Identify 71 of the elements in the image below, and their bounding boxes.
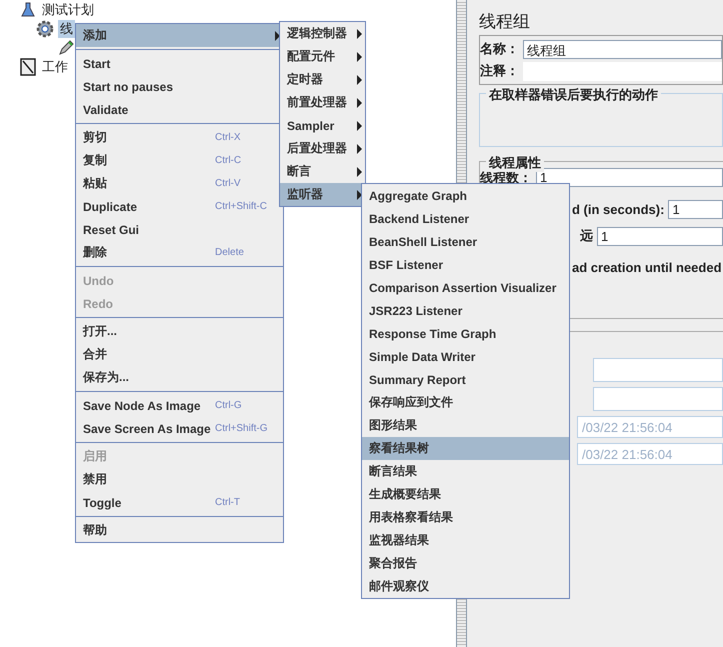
menu-item[interactable]: 察看结果树 (362, 437, 569, 460)
group-title: 在取样器错误后要执行的动作 (486, 86, 661, 104)
submenu-arrow-icon (357, 120, 362, 130)
menu-item[interactable]: Save Screen As Image Ctrl+Shift-G (76, 417, 283, 440)
comment-field[interactable] (523, 62, 722, 80)
menu-item[interactable]: Response Time Graph (362, 322, 569, 345)
menu-item[interactable]: 剪切 Ctrl-X (76, 126, 283, 149)
menu-item[interactable]: 禁用 (76, 468, 283, 491)
menu-item[interactable]: 用表格察看结果 (362, 506, 569, 529)
field-label: 名称： (480, 40, 519, 58)
menu-item[interactable]: 复制 Ctrl-C (76, 149, 283, 172)
field-label: 远 (580, 227, 593, 245)
menu-item[interactable]: 生成概要结果 (362, 483, 569, 506)
menu-item[interactable]: 聚合报告 (362, 552, 569, 575)
submenu-arrow-icon (357, 74, 362, 84)
pencil-icon (58, 40, 74, 56)
submenu-arrow-icon (357, 98, 362, 108)
panel-title: 线程组 (479, 11, 531, 32)
submenu-arrow-icon (357, 144, 362, 154)
menu-item[interactable]: 断言结果 (362, 460, 569, 483)
submenu-arrow-icon (357, 52, 362, 62)
menu-item[interactable]: 合并 (76, 343, 283, 366)
input-field[interactable] (593, 387, 723, 411)
menu-item[interactable]: 保存响应到文件 (362, 391, 569, 414)
menu-item[interactable]: Comparison Assertion Visualizer (362, 276, 569, 299)
menu-item[interactable]: 删除 Delete (76, 241, 283, 264)
menu-item[interactable]: 配置元件 (280, 45, 365, 68)
menu-item[interactable]: 定时器 (280, 68, 365, 91)
menu-item[interactable]: 帮助 (76, 519, 283, 542)
menu-item[interactable]: Toggle Ctrl-T (76, 491, 283, 514)
menu-item[interactable]: 保存为... (76, 366, 283, 389)
menu-item[interactable]: Start (76, 52, 283, 75)
submenu-arrow-icon (357, 166, 362, 176)
menu-item[interactable]: 粘贴 Ctrl-V (76, 172, 283, 195)
name-field[interactable]: 线程组 (523, 40, 722, 58)
tree-node-label[interactable]: 线 (58, 20, 75, 38)
menu-item[interactable]: BeanShell Listener (362, 230, 569, 253)
menu-item[interactable]: 邮件观察仪 (362, 575, 569, 598)
clipboard-icon (20, 58, 36, 76)
menu-item[interactable]: 监视器结果 (362, 529, 569, 552)
loop-count-field[interactable]: 1 (597, 226, 723, 246)
menu-item[interactable]: Aggregate Graph (362, 184, 569, 207)
menu-item[interactable]: Duplicate Ctrl+Shift-C (76, 195, 283, 218)
thread-count-field[interactable]: 1 (536, 168, 723, 187)
flask-icon (20, 2, 36, 18)
menu-item[interactable]: Backend Listener (362, 207, 569, 230)
menu-item[interactable]: Reset Gui (76, 218, 283, 241)
gear-icon (36, 20, 54, 38)
group-title: 线程属性 (486, 154, 544, 172)
menu-item[interactable]: 打开... (76, 320, 283, 343)
menu-item[interactable]: Validate (76, 98, 283, 121)
menu-item[interactable]: Sampler (280, 114, 365, 137)
option-label: ad creation until needed (572, 260, 722, 274)
menu-item[interactable]: Summary Report (362, 368, 569, 391)
input-field[interactable] (593, 358, 723, 382)
menu-item[interactable]: 后置处理器 (280, 137, 365, 160)
menu-item[interactable]: Save Node As Image Ctrl-G (76, 394, 283, 417)
menu-item[interactable]: BSF Listener (362, 253, 569, 276)
menu-item[interactable]: 逻辑控制器 (280, 22, 365, 45)
ramp-up-field[interactable]: 1 (668, 200, 723, 218)
menu-item[interactable]: Start no pauses (76, 75, 283, 98)
field-label: d (in seconds): (572, 202, 664, 216)
tree-node-label[interactable]: 测试计划 (40, 0, 96, 18)
menu-item[interactable]: 前置处理器 (280, 91, 365, 114)
submenu-arrow-icon (357, 28, 362, 38)
menu-item[interactable]: Simple Data Writer (362, 345, 569, 368)
menu-item[interactable]: JSR223 Listener (362, 299, 569, 322)
tree-node-label[interactable]: 工作 (40, 58, 70, 76)
menu-item[interactable]: 断言 (280, 160, 365, 183)
field-label: 注释： (480, 62, 519, 80)
menu-item[interactable]: 图形结果 (362, 414, 569, 437)
